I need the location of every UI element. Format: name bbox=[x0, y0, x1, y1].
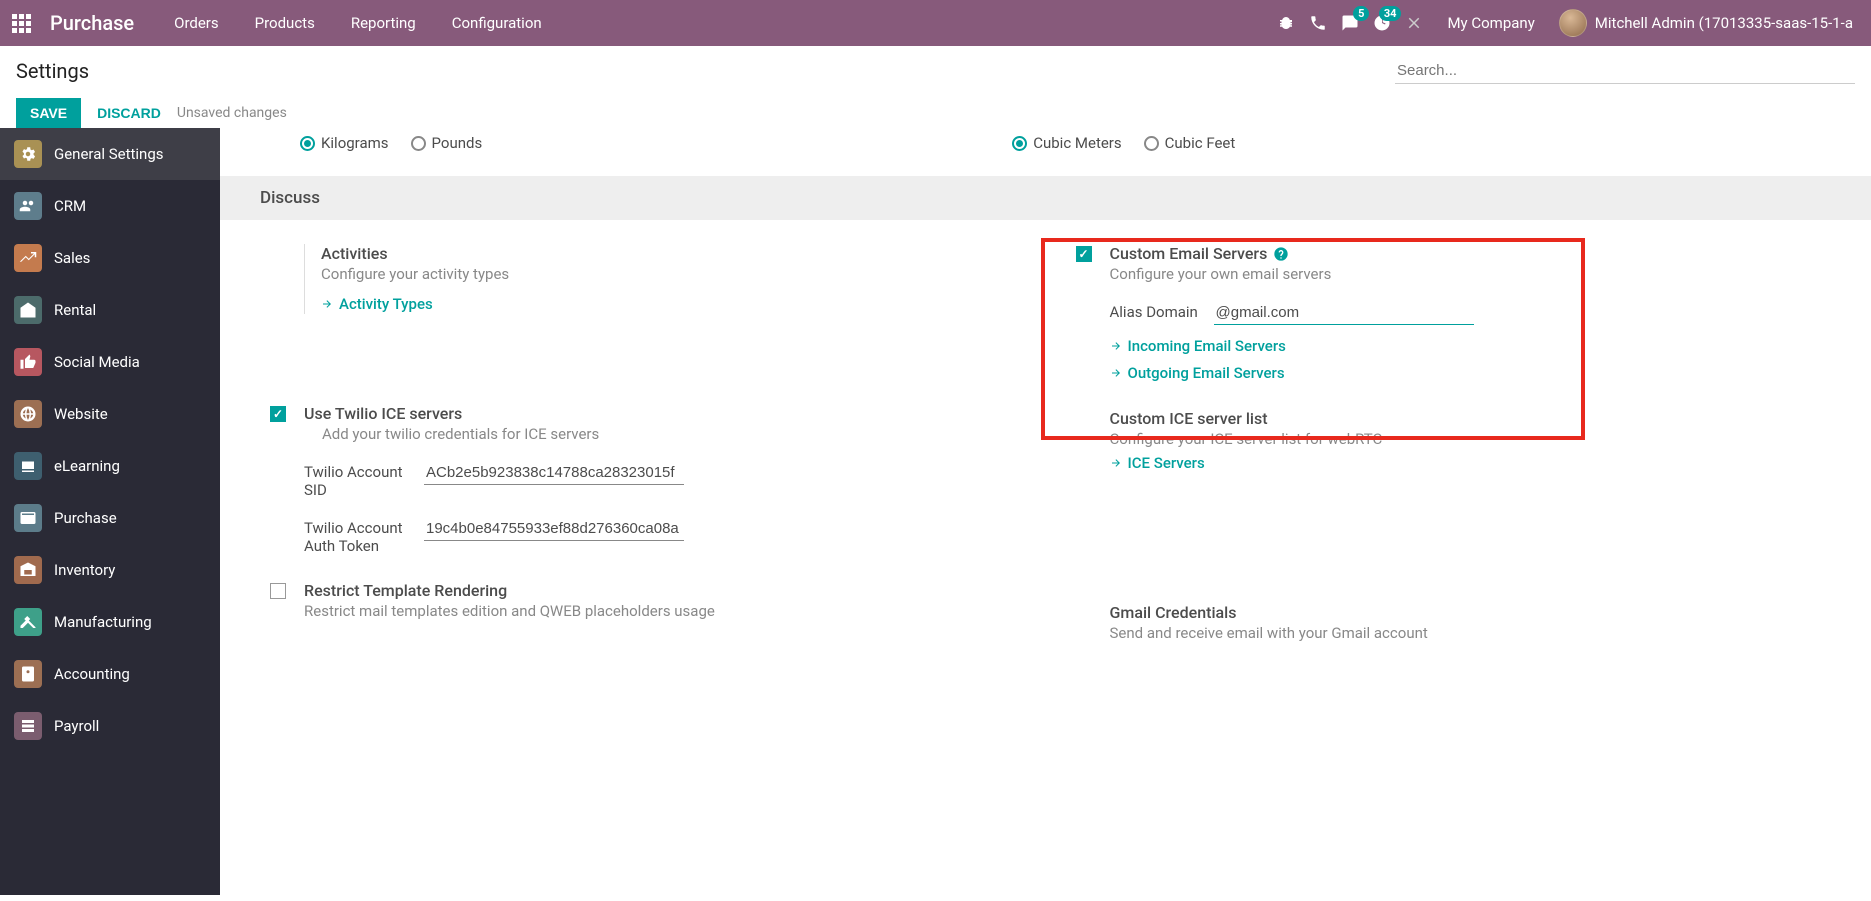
restrict-title: Restrict Template Rendering bbox=[304, 581, 1026, 600]
user-name: Mitchell Admin (17013335-saas-15-1-a bbox=[1595, 14, 1853, 32]
sidebar-item-crm[interactable]: CRM bbox=[0, 180, 220, 232]
sidebar-item-rental[interactable]: Rental bbox=[0, 284, 220, 336]
sidebar-item-general[interactable]: General Settings bbox=[0, 128, 220, 180]
highlight-annotation bbox=[1041, 238, 1585, 440]
control-panel: Settings SAVE DISCARD Unsaved changes bbox=[0, 46, 1871, 128]
settings-sidebar: General Settings CRM Sales Rental Social… bbox=[0, 128, 220, 895]
restrict-desc: Restrict mail templates edition and QWEB… bbox=[304, 602, 1026, 620]
app-brand[interactable]: Purchase bbox=[42, 11, 158, 35]
sidebar-item-elearning[interactable]: eLearning bbox=[0, 440, 220, 492]
main: General Settings CRM Sales Rental Social… bbox=[0, 128, 1871, 895]
radio-kilograms[interactable]: Kilograms bbox=[300, 134, 389, 152]
bug-icon[interactable] bbox=[1277, 14, 1295, 32]
activities-title: Activities bbox=[321, 244, 1026, 263]
close-icon[interactable] bbox=[1405, 14, 1423, 32]
twilio-title: Use Twilio ICE servers bbox=[304, 404, 1026, 423]
twilio-token-label: Twilio Account Auth Token bbox=[304, 519, 414, 555]
company-switcher[interactable]: My Company bbox=[1437, 14, 1544, 32]
setting-twilio: Use Twilio ICE servers Add your twilio c… bbox=[260, 404, 1026, 555]
activities-desc: Configure your activity types bbox=[321, 265, 1026, 283]
page-title: Settings bbox=[16, 59, 89, 83]
weight-unit-group: Kilograms Pounds bbox=[300, 134, 482, 152]
settings-content[interactable]: Kilograms Pounds Cubic Meters Cubic Feet… bbox=[220, 128, 1871, 895]
settings-left-column: Activities Configure your activity types… bbox=[260, 244, 1026, 668]
volume-unit-group: Cubic Meters Cubic Feet bbox=[1012, 134, 1235, 152]
settings-right-column: Custom Email Servers Configure your own … bbox=[1066, 244, 1832, 668]
sidebar-item-manufacturing[interactable]: Manufacturing bbox=[0, 596, 220, 648]
discard-button[interactable]: DISCARD bbox=[97, 105, 161, 121]
status-text: Unsaved changes bbox=[177, 105, 287, 121]
sidebar-item-accounting[interactable]: Accounting bbox=[0, 648, 220, 700]
apps-menu-icon[interactable] bbox=[0, 0, 42, 46]
sidebar-item-sales[interactable]: Sales bbox=[0, 232, 220, 284]
sidebar-item-inventory[interactable]: Inventory bbox=[0, 544, 220, 596]
setting-restrict-template: Restrict Template Rendering Restrict mai… bbox=[260, 581, 1026, 620]
gmail-title: Gmail Credentials bbox=[1110, 603, 1832, 622]
twilio-sid-label: Twilio Account SID bbox=[304, 463, 414, 499]
twilio-desc: Add your twilio credentials for ICE serv… bbox=[304, 425, 1026, 443]
search-box bbox=[1395, 58, 1855, 84]
sidebar-item-social[interactable]: Social Media bbox=[0, 336, 220, 388]
activity-icon[interactable]: 34 bbox=[1373, 14, 1391, 32]
twilio-token-input[interactable] bbox=[424, 517, 684, 541]
phone-icon[interactable] bbox=[1309, 14, 1327, 32]
discuss-icon[interactable]: 5 bbox=[1341, 14, 1359, 32]
section-discuss: Discuss bbox=[220, 176, 1871, 220]
systray: 5 34 My Company Mitchell Admin (17013335… bbox=[1277, 9, 1863, 37]
units-row: Kilograms Pounds Cubic Meters Cubic Feet bbox=[220, 128, 1871, 176]
gmail-desc: Send and receive email with your Gmail a… bbox=[1110, 624, 1832, 642]
nav-products[interactable]: Products bbox=[239, 0, 331, 46]
nav-menu: Orders Products Reporting Configuration bbox=[158, 0, 558, 46]
nav-orders[interactable]: Orders bbox=[158, 0, 235, 46]
link-ice-servers[interactable]: ICE Servers bbox=[1110, 454, 1205, 472]
setting-gmail: Gmail Credentials Send and receive email… bbox=[1066, 603, 1832, 642]
save-button[interactable]: SAVE bbox=[16, 98, 81, 128]
link-activity-types[interactable]: Activity Types bbox=[321, 295, 433, 313]
nav-configuration[interactable]: Configuration bbox=[436, 0, 558, 46]
setting-activities: Activities Configure your activity types… bbox=[260, 244, 1026, 314]
radio-cubic-meters[interactable]: Cubic Meters bbox=[1012, 134, 1121, 152]
nav-reporting[interactable]: Reporting bbox=[335, 0, 432, 46]
radio-cubic-feet[interactable]: Cubic Feet bbox=[1144, 134, 1236, 152]
topbar: Purchase Orders Products Reporting Confi… bbox=[0, 0, 1871, 46]
user-menu[interactable]: Mitchell Admin (17013335-saas-15-1-a bbox=[1559, 9, 1853, 37]
discuss-badge: 5 bbox=[1353, 6, 1369, 21]
avatar bbox=[1559, 9, 1587, 37]
search-input[interactable] bbox=[1395, 58, 1855, 84]
sidebar-item-website[interactable]: Website bbox=[0, 388, 220, 440]
sidebar-item-purchase[interactable]: Purchase bbox=[0, 492, 220, 544]
checkbox-twilio[interactable] bbox=[270, 406, 286, 422]
checkbox-restrict-template[interactable] bbox=[270, 583, 286, 599]
activity-badge: 34 bbox=[1379, 6, 1402, 21]
twilio-sid-input[interactable] bbox=[424, 461, 684, 485]
sidebar-item-payroll[interactable]: Payroll bbox=[0, 700, 220, 752]
radio-pounds[interactable]: Pounds bbox=[411, 134, 483, 152]
